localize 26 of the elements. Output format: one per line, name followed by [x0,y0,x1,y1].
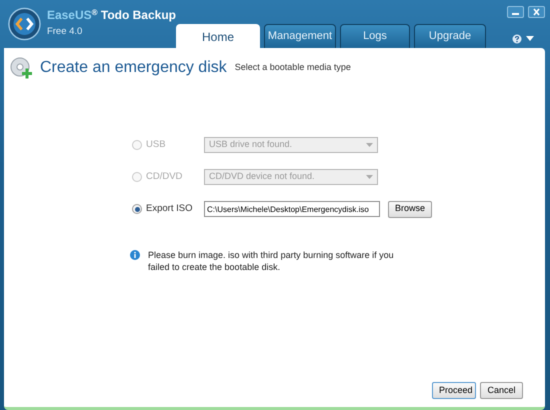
tab[interactable]: Logs [340,24,410,48]
info-icon [130,250,140,260]
edition-label: Free 4.0 [46,25,84,39]
caret-icon[interactable] [366,174,373,180]
radio-label: Export ISO [146,202,192,216]
radio-label: CD/DVD [146,170,182,184]
tab[interactable]: Home [176,24,260,48]
radio-button[interactable] [132,204,142,214]
tab[interactable]: Management [264,24,336,48]
tab[interactable]: Upgrade [414,24,486,48]
disc-add-icon [10,57,32,79]
dropdown-caret-icon[interactable] [526,36,534,42]
dialog-button[interactable]: Cancel [480,382,523,399]
caret-icon[interactable] [366,142,373,148]
info-note: Please burn image. iso with third party burning software if you failed to create the bootable disk. [148,249,395,273]
minimize-button[interactable] [507,6,524,18]
help-icon[interactable] [512,34,522,44]
page-subtitle: Select a bootable media type [234,61,351,74]
browse-button[interactable]: Browse [388,200,432,218]
page-title: Create an emergency disk [40,58,227,78]
radio-label: USB [146,138,166,152]
brand-name: EaseUS$^{®}$ Todo Backup [46,7,176,24]
logo-icon [8,6,41,42]
path-field[interactable]: C:\Users\Michele\Desktop\Emergencydisk.iso [204,201,380,217]
close-button[interactable] [528,6,545,18]
dialog-button[interactable]: Proceed [432,382,476,399]
